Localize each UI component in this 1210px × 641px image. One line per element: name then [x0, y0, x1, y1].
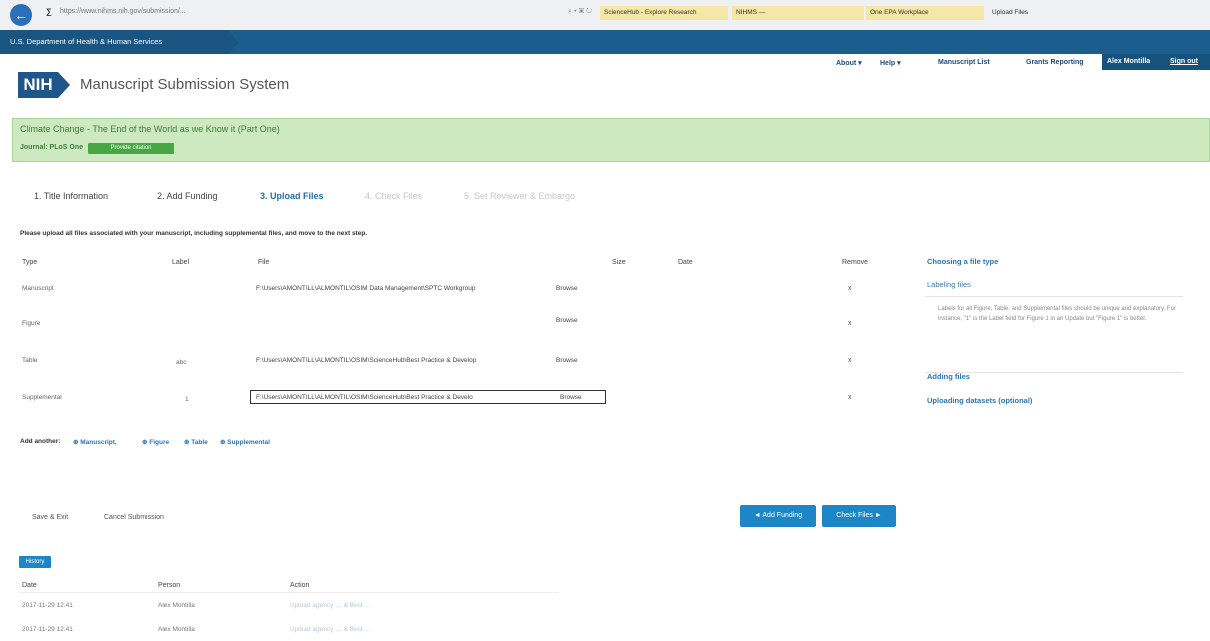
- browse-button[interactable]: Browse: [556, 317, 578, 324]
- labeling-help-text: Labels for all Figure, Table, and Supple…: [938, 306, 1176, 322]
- step-add-funding[interactable]: 2. Add Funding: [157, 191, 218, 201]
- nav-help[interactable]: Help ▾: [880, 59, 901, 67]
- nih-logo-arrow: [58, 72, 70, 98]
- add-figure-link[interactable]: ⊕ Figure: [142, 438, 169, 446]
- save-exit-link[interactable]: Save & Exit: [32, 514, 68, 521]
- help-uploading-datasets[interactable]: Uploading datasets (optional): [927, 396, 1032, 405]
- browser-tab-nihms[interactable]: NIHMS —: [732, 6, 864, 20]
- browse-button[interactable]: Browse: [560, 394, 582, 401]
- file-path-input[interactable]: F:\Users\AMONTILL\ALMONTIL\OSIM\ScienceH…: [256, 394, 546, 401]
- nih-logo[interactable]: NIH: [18, 72, 58, 98]
- history-person: Alex Montilla: [158, 602, 195, 609]
- sign-out-link[interactable]: Sign out: [1170, 58, 1198, 65]
- file-path-input[interactable]: F:\Users\AMONTILL\ALMONTIL\OSIM Data Man…: [256, 285, 546, 292]
- step-title-information[interactable]: 1. Title Information: [34, 191, 108, 201]
- user-name[interactable]: Alex Montilla: [1107, 58, 1150, 65]
- history-header-date: Date: [22, 582, 37, 589]
- history-header-action: Action: [290, 582, 310, 589]
- file-type-cell: Figure: [22, 320, 41, 327]
- browse-button[interactable]: Browse: [556, 285, 578, 292]
- app-title: Manuscript Submission System: [80, 76, 290, 93]
- history-date: 2017-11-29 12:41: [22, 602, 73, 609]
- manuscript-title: Climate Change - The End of the World as…: [20, 124, 280, 134]
- browse-button[interactable]: Browse: [556, 357, 578, 364]
- journal-name: Journal: PLoS One: [20, 144, 84, 151]
- check-files-button[interactable]: Check Files ►: [822, 505, 896, 527]
- add-manuscript-link[interactable]: ⊕ Manuscript,: [73, 438, 117, 446]
- help-adding-files[interactable]: Adding files: [927, 372, 970, 381]
- history-divider: [19, 592, 559, 593]
- browser-tab-sciencehub[interactable]: ScienceHub - Explore Research: [600, 6, 728, 20]
- column-header-size: Size: [612, 259, 626, 266]
- browser-tab-epa-workplace[interactable]: One EPA Workplace: [866, 6, 984, 20]
- column-header-date: Date: [678, 259, 693, 266]
- back-arrow-icon[interactable]: ←: [10, 4, 32, 26]
- step-check-files: 4. Check Files: [365, 191, 423, 201]
- remove-file-button[interactable]: x: [848, 285, 852, 292]
- add-table-link[interactable]: ⊕ Table: [184, 438, 208, 446]
- column-header-remove: Remove: [842, 259, 869, 266]
- add-supplemental-link[interactable]: ⊕ Supplemental: [220, 438, 270, 446]
- step-set-reviewer-embargo: 5. Set Reviewer & Embargo: [464, 191, 576, 201]
- browser-tab-upload-files[interactable]: Upload Files: [988, 6, 1102, 20]
- file-label-input[interactable]: 1: [185, 396, 189, 403]
- history-header-person: Person: [158, 582, 181, 589]
- add-funding-button[interactable]: ◄ Add Funding: [740, 505, 816, 527]
- remove-file-button[interactable]: x: [848, 357, 852, 364]
- file-path-input[interactable]: F:\Users\AMONTILL\ALMONTIL\OSIM\ScienceH…: [256, 357, 546, 364]
- column-header-file: File: [258, 259, 270, 266]
- history-person: Alex Montilla: [158, 626, 195, 633]
- nav-grants-reporting[interactable]: Grants Reporting: [1026, 59, 1084, 66]
- nav-manuscript-list[interactable]: Manuscript List: [938, 59, 990, 66]
- provide-citation-button[interactable]: Provide citation: [88, 143, 174, 154]
- help-choosing-file-type[interactable]: Choosing a file type: [927, 257, 998, 266]
- file-label-input[interactable]: abc: [176, 359, 186, 366]
- nav-about[interactable]: About ▾: [836, 59, 862, 67]
- hhs-link[interactable]: U.S. Department of Health & Human Servic…: [10, 37, 162, 46]
- file-type-cell: Supplemental: [22, 394, 62, 401]
- step-upload-files[interactable]: 3. Upload Files: [260, 191, 324, 201]
- remove-file-button[interactable]: x: [848, 394, 852, 401]
- column-header-label: Label: [172, 259, 190, 266]
- history-button[interactable]: History: [19, 556, 51, 568]
- remove-file-button[interactable]: x: [848, 320, 852, 327]
- file-type-cell: Manuscript: [22, 285, 54, 292]
- add-another-label: Add another:: [20, 438, 61, 445]
- history-date: 2017-11-29 12:41: [22, 626, 73, 633]
- history-action: Upload agency … & Best …: [290, 602, 371, 609]
- help-divider: [925, 296, 1183, 297]
- address-bar-tools[interactable]: ⌕ ▾ ▣ ↻: [568, 8, 592, 16]
- upload-instructions: Please upload all files associated with …: [20, 230, 368, 237]
- history-action: Upload agency … & Best …: [290, 626, 371, 633]
- address-bar[interactable]: https://www.nihms.nih.gov/submission/...: [60, 8, 186, 15]
- help-labeling-files[interactable]: Labeling files: [927, 280, 971, 289]
- column-header-type: Type: [22, 259, 38, 266]
- file-type-cell: Table: [22, 357, 38, 364]
- site-favicon-icon: ∑: [46, 7, 52, 16]
- cancel-submission-link[interactable]: Cancel Submission: [104, 514, 164, 521]
